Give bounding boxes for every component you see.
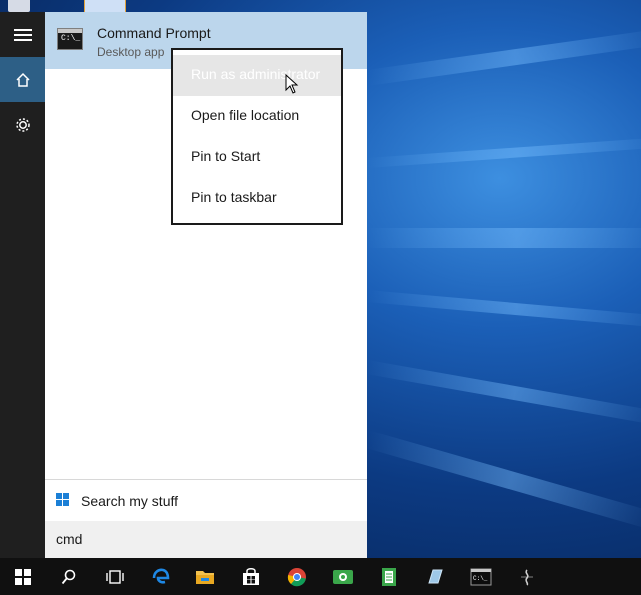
settings-icon[interactable] — [504, 558, 550, 595]
start-menu-rail — [0, 12, 45, 558]
context-menu: Run as administrator Open file location … — [171, 48, 343, 225]
windows-start-icon[interactable] — [0, 558, 46, 595]
home-icon[interactable] — [0, 57, 45, 102]
menu-icon[interactable] — [0, 12, 45, 57]
search-icon[interactable] — [46, 558, 92, 595]
command-prompt-icon[interactable]: C:\_ — [458, 558, 504, 595]
command-prompt-icon: C:\_ — [57, 28, 83, 50]
context-item-pin-to-taskbar[interactable]: Pin to taskbar — [173, 178, 341, 219]
taskbar: C:\_ — [0, 558, 641, 595]
desktop-icon[interactable] — [8, 0, 30, 12]
notes-icon[interactable] — [366, 558, 412, 595]
search-my-stuff-label: Search my stuff — [81, 493, 179, 509]
file-explorer-icon[interactable] — [182, 558, 228, 595]
context-item-run-as-administrator[interactable]: Run as administrator — [173, 55, 341, 96]
result-subtitle: Desktop app — [97, 45, 165, 59]
mouse-cursor-icon — [285, 74, 299, 94]
search-my-stuff-button[interactable]: Search my stuff — [45, 479, 367, 522]
windows-logo-icon — [56, 493, 70, 507]
search-input[interactable]: cmd — [45, 521, 367, 558]
camera-icon[interactable] — [320, 558, 366, 595]
svg-text:C:\_: C:\_ — [473, 575, 488, 582]
context-item-pin-to-start[interactable]: Pin to Start — [173, 137, 341, 178]
app-icon[interactable] — [412, 558, 458, 595]
edge-icon[interactable] — [138, 558, 184, 595]
result-title: Command Prompt — [97, 25, 211, 41]
task-view-icon[interactable] — [92, 558, 138, 595]
context-item-open-file-location[interactable]: Open file location — [173, 96, 341, 137]
settings-icon[interactable] — [0, 102, 45, 147]
store-icon[interactable] — [228, 558, 274, 595]
search-input-value: cmd — [56, 531, 83, 547]
chrome-icon[interactable] — [274, 558, 320, 595]
